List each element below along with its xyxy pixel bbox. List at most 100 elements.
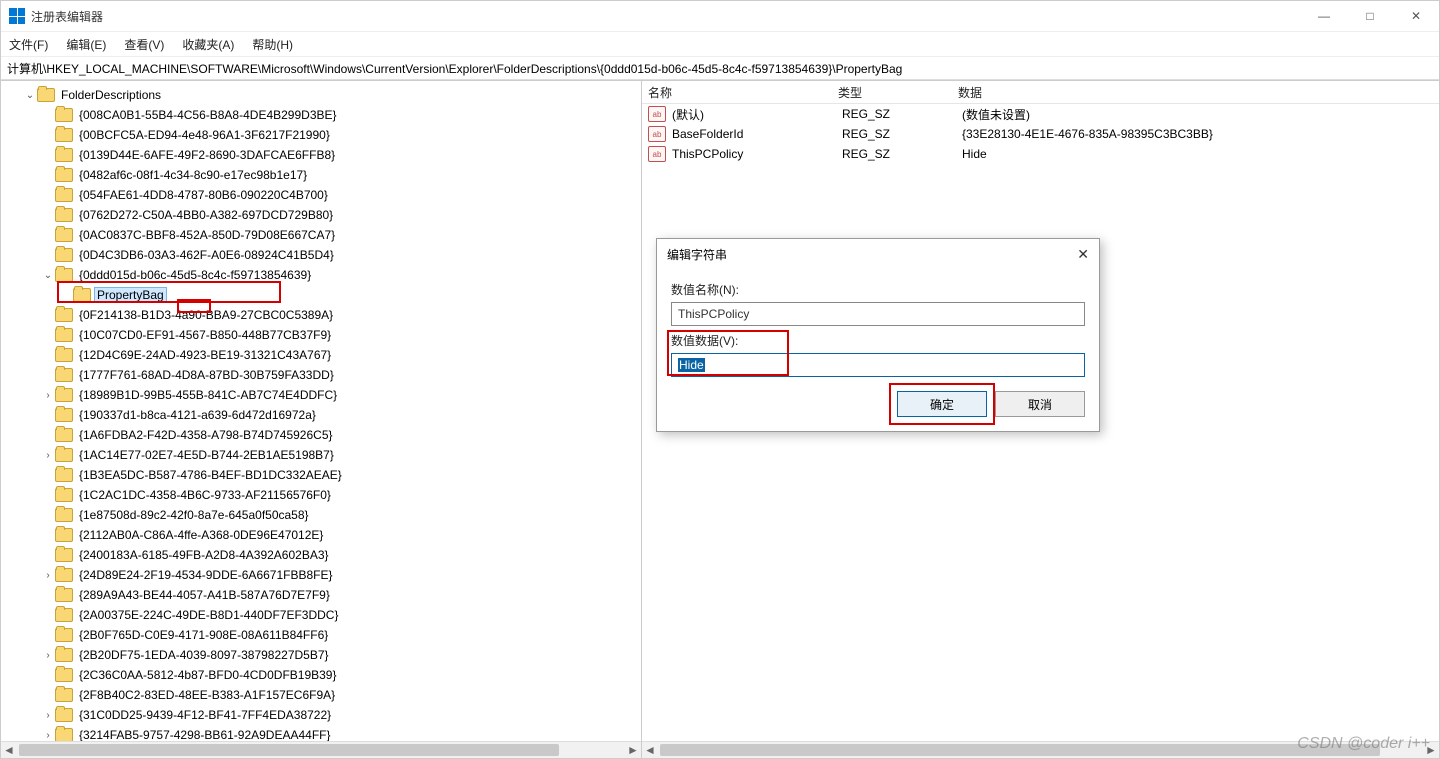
tree-pane: ⌄ FolderDescriptions {008CA0B1-55B4-4C56-B…	[1, 81, 642, 758]
tree-node[interactable]: ⌄{0ddd015d-b06c-45d5-8c4c-f59713854639}	[5, 265, 641, 285]
column-headers[interactable]: 名称 类型 数据	[642, 81, 1439, 104]
dialog-close-icon[interactable]: ✕	[1077, 246, 1089, 263]
value-row[interactable]: ab(默认)REG_SZ(数值未设置)	[642, 104, 1439, 124]
value-row[interactable]: abThisPCPolicyREG_SZHide	[642, 144, 1439, 164]
folder-icon	[55, 468, 73, 482]
folder-icon	[55, 588, 73, 602]
tree-label: {190337d1-b8ca-4121-a639-6d472d16972a}	[77, 408, 318, 422]
maximize-button[interactable]: □	[1347, 1, 1393, 31]
cancel-button[interactable]: 取消	[995, 391, 1085, 417]
tree-node[interactable]: {008CA0B1-55B4-4C56-B8A8-4DE4B299D3BE}	[5, 105, 641, 125]
tree-node[interactable]: {12D4C69E-24AD-4923-BE19-31321C43A767}	[5, 345, 641, 365]
folder-icon	[55, 668, 73, 682]
col-type[interactable]: 类型	[838, 84, 958, 101]
menu-help[interactable]: 帮助(H)	[250, 34, 295, 55]
folder-icon	[55, 708, 73, 722]
tree-node[interactable]: › {1AC14E77-02E7-4E5D-B744-2EB1AE5198B7}	[5, 445, 641, 465]
tree-node[interactable]: {0D4C3DB6-03A3-462F-A0E6-08924C41B5D4}	[5, 245, 641, 265]
app-icon	[9, 8, 25, 24]
tree-node[interactable]: {00BCFC5A-ED94-4e48-96A1-3F6217F21990}	[5, 125, 641, 145]
tree-node[interactable]: {2400183A-6185-49FB-A2D8-4A392A602BA3}	[5, 545, 641, 565]
tree-node[interactable]: {2F8B40C2-83ED-48EE-B383-A1F157EC6F9A}	[5, 685, 641, 705]
tree-node[interactable]: {1A6FDBA2-F42D-4358-A798-B74D745926C5}	[5, 425, 641, 445]
value-name: (默认)	[672, 106, 842, 123]
tree-node[interactable]: {190337d1-b8ca-4121-a639-6d472d16972a}	[5, 405, 641, 425]
tree-node[interactable]: {0762D272-C50A-4BB0-A382-697DCD729B80}	[5, 205, 641, 225]
value-name-field	[671, 302, 1085, 326]
expand-icon[interactable]: ›	[41, 390, 55, 401]
tree-label: {0482af6c-08f1-4c34-8c90-e17ec98b1e17}	[77, 168, 309, 182]
tree-label: FolderDescriptions	[59, 88, 163, 102]
col-name[interactable]: 名称	[648, 84, 838, 101]
tree-node[interactable]: › {31C0DD25-9439-4F12-BF41-7FF4EDA38722}	[5, 705, 641, 725]
close-button[interactable]: ✕	[1393, 1, 1439, 31]
tree-hscroll[interactable]: ◄ ►	[1, 741, 641, 758]
menu-view[interactable]: 查看(V)	[122, 34, 166, 55]
folder-icon	[55, 528, 73, 542]
tree-label: {1AC14E77-02E7-4E5D-B744-2EB1AE5198B7}	[77, 448, 336, 462]
tree-node[interactable]: {1e87508d-89c2-42f0-8a7e-645a0f50ca58}	[5, 505, 641, 525]
expand-icon[interactable]: ⌄	[23, 90, 37, 101]
folder-icon	[55, 168, 73, 182]
expand-icon[interactable]: ›	[41, 730, 55, 741]
value-data: (数值未设置)	[962, 106, 1439, 123]
tree-node[interactable]: {10C07CD0-EF91-4567-B850-448B77CB37F9}	[5, 325, 641, 345]
value-row[interactable]: abBaseFolderIdREG_SZ{33E28130-4E1E-4676-…	[642, 124, 1439, 144]
tree-node[interactable]: {0482af6c-08f1-4c34-8c90-e17ec98b1e17}	[5, 165, 641, 185]
tree-node[interactable]: {1B3EA5DC-B587-4786-B4EF-BD1DC332AEAE}	[5, 465, 641, 485]
window-title: 注册表编辑器	[31, 8, 103, 25]
expand-icon[interactable]: ›	[41, 710, 55, 721]
tree-node[interactable]: {2A00375E-224C-49DE-B8D1-440DF7EF3DDC}	[5, 605, 641, 625]
folder-icon	[55, 648, 73, 662]
tree-node[interactable]: {0139D44E-6AFE-49F2-8690-3DAFCAE6FFB8}	[5, 145, 641, 165]
tree-node[interactable]: ›{3214FAB5-9757-4298-BB61-92A9DEAA44FF}	[5, 725, 641, 741]
tree-node[interactable]: {289A9A43-BE44-4057-A41B-587A76D7E7F9}	[5, 585, 641, 605]
scroll-left-icon[interactable]: ◄	[1, 742, 17, 758]
tree-label: {0F214138-B1D3-4a90-BBA9-27CBC0C5389A}	[77, 308, 335, 322]
dialog-titlebar[interactable]: 编辑字符串 ✕	[657, 239, 1099, 269]
menu-edit[interactable]: 编辑(E)	[64, 34, 108, 55]
tree-node[interactable]: {1777F761-68AD-4D8A-87BD-30B759FA33DD}	[5, 365, 641, 385]
tree-label: {289A9A43-BE44-4057-A41B-587A76D7E7F9}	[77, 588, 332, 602]
tree-node[interactable]: ›{18989B1D-99B5-455B-841C-AB7C74E4DDFC}	[5, 385, 641, 405]
folder-icon	[55, 428, 73, 442]
string-value-icon: ab	[648, 106, 666, 122]
tree-node[interactable]: PropertyBag	[5, 285, 641, 305]
tree-node[interactable]: {2112AB0A-C86A-4ffe-A368-0DE96E47012E}	[5, 525, 641, 545]
scroll-left-icon[interactable]: ◄	[642, 742, 658, 758]
folder-icon	[55, 608, 73, 622]
tree-scroll[interactable]: ⌄ FolderDescriptions {008CA0B1-55B4-4C56-B…	[1, 81, 641, 741]
minimize-button[interactable]: —	[1301, 1, 1347, 31]
menu-favorites[interactable]: 收藏夹(A)	[180, 34, 236, 55]
tree-node[interactable]: ›{2B20DF75-1EDA-4039-8097-38798227D5B7}	[5, 645, 641, 665]
values-hscroll[interactable]: ◄ ►	[642, 741, 1439, 758]
folder-icon	[55, 368, 73, 382]
tree-label: {0139D44E-6AFE-49F2-8690-3DAFCAE6FFB8}	[77, 148, 337, 162]
menu-file[interactable]: 文件(F)	[7, 34, 50, 55]
tree-node[interactable]: {2C36C0AA-5812-4b87-BFD0-4CD0DFB19B39}	[5, 665, 641, 685]
col-data[interactable]: 数据	[958, 84, 1439, 101]
expand-icon[interactable]: ›	[41, 650, 55, 661]
tree-node[interactable]: {2B0F765D-C0E9-4171-908E-08A611B84FF6}	[5, 625, 641, 645]
expand-icon[interactable]: ›	[41, 570, 55, 581]
scroll-right-icon[interactable]: ►	[1423, 742, 1439, 758]
value-data-field[interactable]: Hide	[671, 353, 1085, 377]
expand-icon[interactable]: ⌄	[41, 270, 55, 281]
ok-button[interactable]: 确定	[897, 391, 987, 417]
scroll-right-icon[interactable]: ►	[625, 742, 641, 758]
tree-node[interactable]: {054FAE61-4DD8-4787-80B6-090220C4B700}	[5, 185, 641, 205]
tree-label: {31C0DD25-9439-4F12-BF41-7FF4EDA38722}	[77, 708, 333, 722]
folder-icon	[55, 228, 73, 242]
folder-icon	[55, 148, 73, 162]
expand-icon[interactable]: ›	[41, 450, 55, 461]
tree-node[interactable]: {0AC0837C-BBF8-452A-850D-79D08E667CA7}	[5, 225, 641, 245]
address-bar[interactable]: 计算机\HKEY_LOCAL_MACHINE\SOFTWARE\Microsof…	[1, 57, 1439, 80]
menubar: 文件(F) 编辑(E) 查看(V) 收藏夹(A) 帮助(H)	[1, 32, 1439, 57]
dialog-title: 编辑字符串	[667, 246, 727, 263]
folder-icon	[55, 248, 73, 262]
tree-node[interactable]: {0F214138-B1D3-4a90-BBA9-27CBC0C5389A}	[5, 305, 641, 325]
tree-node[interactable]: {1C2AC1DC-4358-4B6C-9733-AF21156576F0}	[5, 485, 641, 505]
tree-node[interactable]: ⌄ FolderDescriptions	[5, 85, 641, 105]
regedit-window: 注册表编辑器 — □ ✕ 文件(F) 编辑(E) 查看(V) 收藏夹(A) 帮助…	[0, 0, 1440, 759]
tree-node[interactable]: ›{24D89E24-2F19-4534-9DDE-6A6671FBB8FE}	[5, 565, 641, 585]
